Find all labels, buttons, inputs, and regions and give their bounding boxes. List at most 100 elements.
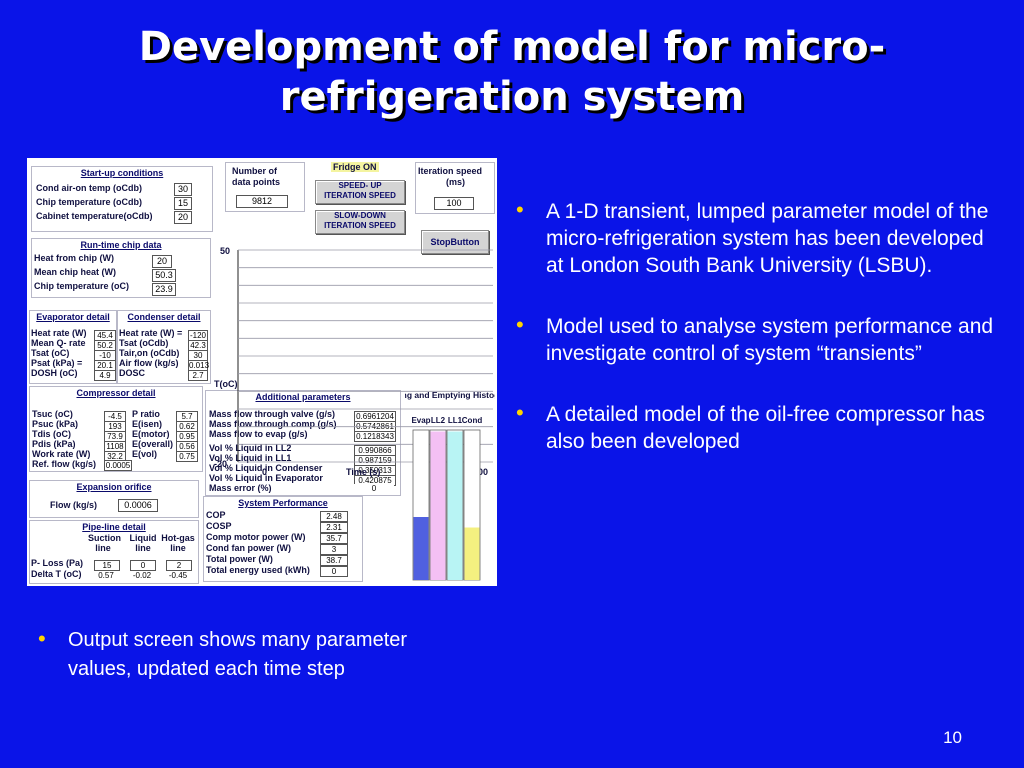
- histogram-bar: [413, 517, 429, 580]
- startup-value[interactable]: 30: [174, 183, 192, 196]
- expansion-value: 0.0006: [118, 499, 158, 512]
- evaporator-group: Evaporator detail Heat rate (W) 45.4 Mea…: [29, 310, 117, 384]
- compressor-label: E(isen): [132, 419, 163, 429]
- pipeline-value: 2: [166, 560, 192, 571]
- compressor-label: E(motor): [132, 429, 170, 439]
- compressor-label: E(overall): [132, 439, 174, 449]
- compressor-label: Ref. flow (kg/s): [32, 459, 97, 469]
- left-bullet-list: • Output screen shows many parameter valu…: [32, 626, 452, 718]
- fridge-controls: Fridge ON SPEED- UP ITERATION SPEED SLOW-…: [313, 160, 409, 240]
- histogram-category-label: Evap: [411, 416, 430, 425]
- chart-x-tick: 0: [262, 467, 267, 477]
- bullet-item: • A detailed model of the oil-free compre…: [516, 400, 985, 453]
- histogram-bar: [447, 431, 463, 580]
- fridge-status: Fridge ON: [331, 162, 379, 172]
- histogram-category-label: Cond: [462, 416, 483, 425]
- speed-up-button[interactable]: SPEED- UP ITERATION SPEED: [315, 180, 405, 204]
- performance-value: 38.7: [320, 555, 348, 566]
- iteration-speed-value[interactable]: 100: [434, 197, 474, 210]
- performance-value: 0: [320, 566, 348, 577]
- runtime-label: Mean chip heat (W): [34, 267, 117, 277]
- data-points-label: data points: [232, 177, 281, 187]
- compressor-label: Tsuc (oC): [32, 409, 73, 419]
- bullet-item: • Output screen shows many parameter valu…: [38, 626, 408, 680]
- bullet-item: • A 1-D transient, lumped parameter model…: [516, 197, 989, 277]
- startup-value[interactable]: 15: [174, 197, 192, 210]
- bullet-dot-icon: •: [516, 400, 524, 425]
- slide-title: Development of model for micro- refriger…: [0, 22, 1024, 122]
- compressor-label: Psuc (kPa): [32, 419, 79, 429]
- performance-label: COP: [206, 510, 226, 520]
- bullet-item: • Model used to analyse system performanc…: [516, 312, 994, 365]
- pipeline-value: -0.02: [130, 571, 154, 580]
- runtime-value: 23.9: [152, 283, 176, 296]
- compressor-label: Pdis (kPa): [32, 439, 76, 449]
- evaporator-title: Evaporator detail: [36, 312, 110, 322]
- runtime-label: Heat from chip (W): [34, 253, 114, 263]
- condenser-label: DOSC: [119, 368, 146, 378]
- histogram-category-label: LL1: [448, 416, 463, 425]
- startup-label: Chip temperature (oCdb): [36, 197, 143, 207]
- evaporator-label: Psat (kPa) =: [31, 358, 83, 368]
- histogram-title: Filling and Emptying Histogram: [405, 390, 495, 400]
- right-bullet-list: • A 1-D transient, lumped parameter model…: [510, 197, 1002, 489]
- performance-label: COSP: [206, 521, 232, 531]
- evaporator-value: 4.9: [94, 370, 116, 381]
- chart-y-tick: 50: [220, 246, 230, 256]
- runtime-value[interactable]: 20: [152, 255, 172, 268]
- compressor-value: 0.0005: [104, 460, 132, 471]
- performance-title: System Performance: [238, 498, 328, 508]
- data-points-value: 9812: [236, 195, 288, 208]
- compressor-label: Work rate (W): [32, 449, 91, 459]
- compressor-label: Tdis (oC): [32, 429, 71, 439]
- startup-conditions-group: Start-up conditions Cond air-on temp (oC…: [31, 166, 213, 232]
- pipeline-header: Hot-gas line: [161, 533, 195, 553]
- pipeline-value: 0.57: [94, 571, 118, 580]
- performance-value: 2.48: [320, 511, 348, 522]
- condenser-group: Condenser detail Heat rate (W) = -120 Ts…: [117, 310, 211, 384]
- performance-value: 2.31: [320, 522, 348, 533]
- simulation-output-screen: Start-up conditions Cond air-on temp (oC…: [27, 158, 497, 586]
- evaporator-label: Tsat (oC): [31, 348, 70, 358]
- pipeline-header: Suction line: [88, 533, 121, 553]
- compressor-title: Compressor detail: [76, 388, 156, 398]
- title-line-1: Development of model for micro-: [138, 24, 886, 70]
- performance-label: Total power (W): [206, 554, 273, 564]
- compressor-label: P ratio: [132, 409, 160, 419]
- bullet-dot-icon: •: [38, 626, 46, 651]
- slow-down-button[interactable]: SLOW-DOWN ITERATION SPEED: [315, 210, 405, 234]
- pipeline-value: -0.45: [166, 571, 190, 580]
- evaporator-label: Mean Q- rate: [31, 338, 86, 348]
- chart-y-label: T(oC): [214, 379, 238, 389]
- expansion-title: Expansion orifice: [76, 482, 152, 492]
- compressor-value: 0.75: [176, 451, 198, 462]
- additional-value: 0: [354, 484, 394, 493]
- startup-value[interactable]: 20: [174, 211, 192, 224]
- condenser-label: Tsat (oCdb): [119, 338, 169, 348]
- evaporator-label: DOSH (oC): [31, 368, 78, 378]
- iteration-speed-label: Iteration speed: [418, 166, 483, 176]
- condenser-title: Condenser detail: [127, 312, 201, 322]
- performance-value: 35.7: [320, 533, 348, 544]
- startup-label: Cond air-on temp (oCdb): [36, 183, 142, 193]
- iteration-speed-unit: (ms): [446, 177, 466, 187]
- additional-label: Mass error (%): [209, 483, 272, 493]
- system-performance-group: System Performance COP 2.48 COSP 2.31 Co…: [203, 496, 363, 582]
- runtime-title: Run-time chip data: [80, 240, 162, 250]
- performance-label: Total energy used (kWh): [206, 565, 310, 575]
- bullet-dot-icon: •: [516, 312, 524, 337]
- startup-title: Start-up conditions: [80, 168, 164, 178]
- data-points-group: Number of data points 9812: [225, 162, 305, 212]
- performance-label: Cond fan power (W): [206, 543, 291, 553]
- chart-x-label: Time (s): [346, 467, 380, 477]
- evaporator-label: Heat rate (W): [31, 328, 87, 338]
- condenser-label: Tair,on (oCdb): [119, 348, 180, 358]
- pipeline-label: P- Loss (Pa): [31, 558, 84, 568]
- performance-value: 3: [320, 544, 348, 555]
- compressor-group: Compressor detail Tsuc (oC) -4.5 Psuc (k…: [29, 386, 203, 472]
- page-number: 10: [943, 728, 962, 747]
- histogram-bar: [430, 431, 446, 580]
- title-line-2: refrigeration system: [279, 74, 745, 120]
- condenser-value: 2.7: [188, 370, 208, 381]
- pipeline-group: Pipe-line detail Suction line Liquid lin…: [29, 520, 199, 584]
